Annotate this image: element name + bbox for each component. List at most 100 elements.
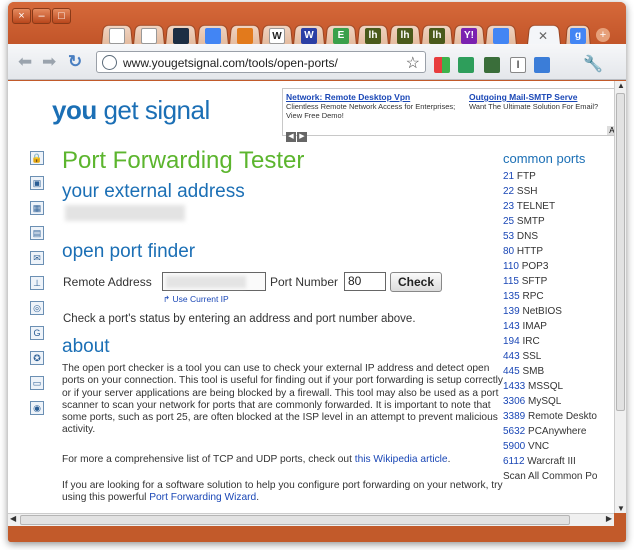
back-icon[interactable]: ⬅: [18, 52, 32, 72]
use-current-ip-link[interactable]: ↱ Use Current IP: [163, 294, 229, 305]
check-button[interactable]: Check: [390, 272, 443, 292]
port-number[interactable]: 443: [503, 351, 520, 362]
extension-colors-icon[interactable]: [434, 57, 450, 73]
site-logo[interactable]: you get signal: [52, 95, 210, 126]
blank-page-icon: [141, 28, 157, 44]
port-number[interactable]: 194: [503, 336, 520, 347]
port-item[interactable]: 22 SSH: [503, 186, 613, 201]
bookmark-star-icon[interactable]: ☆: [406, 53, 420, 73]
port-item[interactable]: 143 IMAP: [503, 321, 613, 336]
port-number[interactable]: 445: [503, 366, 520, 377]
ad-link-1[interactable]: Network: Remote Desktop Vpn: [286, 92, 456, 102]
port-service: Remote Deskto: [525, 411, 597, 422]
port-number[interactable]: 110: [503, 261, 519, 272]
ad-link-2[interactable]: Outgoing Mail-SMTP Serve: [469, 92, 614, 102]
reload-icon[interactable]: ↻: [68, 52, 82, 72]
port-item[interactable]: 139 NetBIOS: [503, 306, 613, 321]
port-number[interactable]: 3306: [503, 396, 525, 407]
port-item[interactable]: 194 IRC: [503, 336, 613, 351]
ad-text-1: Clientless Remote Network Access for Ent…: [286, 102, 456, 120]
port-item[interactable]: 110 POP3: [503, 261, 613, 276]
port-item[interactable]: 3306 MySQL: [503, 396, 613, 411]
page-info-icon[interactable]: [102, 55, 117, 70]
address-bar[interactable]: www.yougetsignal.com/tools/open-ports/ ☆: [96, 51, 426, 73]
ad-choices-badge[interactable]: Ad: [607, 126, 614, 135]
port-number[interactable]: 6112: [503, 456, 525, 467]
port-item[interactable]: 5632 PCAnywhere: [503, 426, 613, 441]
network-tool-icon[interactable]: ⊥: [30, 276, 44, 290]
port-item[interactable]: 443 SSL: [503, 351, 613, 366]
wikipedia-link[interactable]: this Wikipedia article: [355, 454, 448, 465]
port-item[interactable]: 115 SFTP: [503, 276, 613, 291]
port-number[interactable]: 21: [503, 171, 514, 182]
wrench-menu-icon[interactable]: 🔧: [583, 54, 603, 74]
mail-tool-icon[interactable]: ✉: [30, 251, 44, 265]
vertical-scroll-thumb[interactable]: [616, 93, 625, 411]
scroll-down-icon[interactable]: ▼: [617, 504, 625, 513]
map-tool-icon[interactable]: ▦: [30, 201, 44, 215]
close-tab-icon[interactable]: ✕: [538, 29, 548, 43]
port-number[interactable]: 53: [503, 231, 514, 242]
wizard-paragraph: If you are looking for a software soluti…: [62, 480, 503, 504]
port-number[interactable]: 5632: [503, 426, 525, 437]
port-item[interactable]: 1433 MSSQL: [503, 381, 613, 396]
globe-tool-icon[interactable]: ◉: [30, 401, 44, 415]
steam-icon: [173, 28, 189, 44]
port-item[interactable]: 80 HTTP: [503, 246, 613, 261]
lock-tool-icon[interactable]: 🔒: [30, 151, 44, 165]
ad-banner[interactable]: Network: Remote Desktop Vpn Clientless R…: [282, 88, 614, 142]
extension-text-icon[interactable]: I: [510, 57, 526, 73]
scroll-right-icon[interactable]: ▶: [606, 514, 612, 523]
port-number-input[interactable]: 80: [344, 272, 386, 291]
port-item[interactable]: 135 RPC: [503, 291, 613, 306]
port-number[interactable]: 5900: [503, 441, 525, 452]
port-item[interactable]: 6112 Warcraft III: [503, 456, 613, 471]
ad-prev-icon[interactable]: ◀: [286, 132, 296, 142]
close-window-icon[interactable]: ×: [12, 8, 31, 24]
port-item[interactable]: 25 SMTP: [503, 216, 613, 231]
disk-tool-icon[interactable]: ▭: [30, 376, 44, 390]
new-tab-icon[interactable]: +: [596, 28, 610, 42]
horizontal-scrollbar[interactable]: ◀ ▶: [8, 513, 614, 526]
port-number[interactable]: 135: [503, 291, 520, 302]
port-forwarding-wizard-link[interactable]: Port Forwarding Wizard: [149, 492, 256, 503]
port-item[interactable]: 445 SMB: [503, 366, 613, 381]
common-ports-list: common ports 21 FTP 22 SSH 23 TELNET 25 SMT…: [503, 151, 613, 486]
port-number[interactable]: 23: [503, 201, 514, 212]
port-item[interactable]: 3389 Remote Deskto: [503, 411, 613, 426]
minimize-window-icon[interactable]: –: [32, 8, 51, 24]
tool-icon-sidebar: 🔒 ▣ ▦ ▤ ✉ ⊥ ◎ G ✪ ▭ ◉: [30, 151, 46, 426]
port-number[interactable]: 1433: [503, 381, 525, 392]
port-item[interactable]: 5900 VNC: [503, 441, 613, 456]
port-service: DNS: [514, 231, 539, 242]
image-tool-icon[interactable]: ▣: [30, 176, 44, 190]
port-number[interactable]: 139: [503, 306, 520, 317]
port-number[interactable]: 80: [503, 246, 514, 257]
maximize-window-icon[interactable]: □: [52, 8, 71, 24]
window-tool-icon[interactable]: ▤: [30, 226, 44, 240]
firefox-tool-icon[interactable]: ✪: [30, 351, 44, 365]
remote-address-input[interactable]: [162, 272, 266, 291]
horizontal-scroll-thumb[interactable]: [20, 515, 570, 525]
port-item[interactable]: Scan All Common Po: [503, 471, 613, 486]
ad-next-icon[interactable]: ▶: [297, 132, 307, 142]
lh-icon: lh: [365, 28, 381, 44]
extension-evernote-icon[interactable]: [458, 57, 474, 73]
port-number[interactable]: 25: [503, 216, 514, 227]
port-item[interactable]: 21 FTP: [503, 171, 613, 186]
port-number[interactable]: 3389: [503, 411, 525, 422]
port-service: TELNET: [514, 201, 556, 212]
port-item[interactable]: 53 DNS: [503, 231, 613, 246]
port-number[interactable]: 22: [503, 186, 514, 197]
extension-feed-icon[interactable]: [534, 57, 550, 73]
google-tool-icon[interactable]: G: [30, 326, 44, 340]
forward-icon[interactable]: ➡: [42, 52, 56, 72]
scroll-up-icon[interactable]: ▲: [617, 81, 625, 90]
vertical-scrollbar[interactable]: ▲ ▼: [614, 81, 626, 513]
port-number[interactable]: 115: [503, 276, 519, 287]
port-number[interactable]: 143: [503, 321, 520, 332]
extension-avatar-icon[interactable]: [484, 57, 500, 73]
port-item[interactable]: 23 TELNET: [503, 201, 613, 216]
scroll-left-icon[interactable]: ◀: [10, 514, 16, 523]
target-tool-icon[interactable]: ◎: [30, 301, 44, 315]
